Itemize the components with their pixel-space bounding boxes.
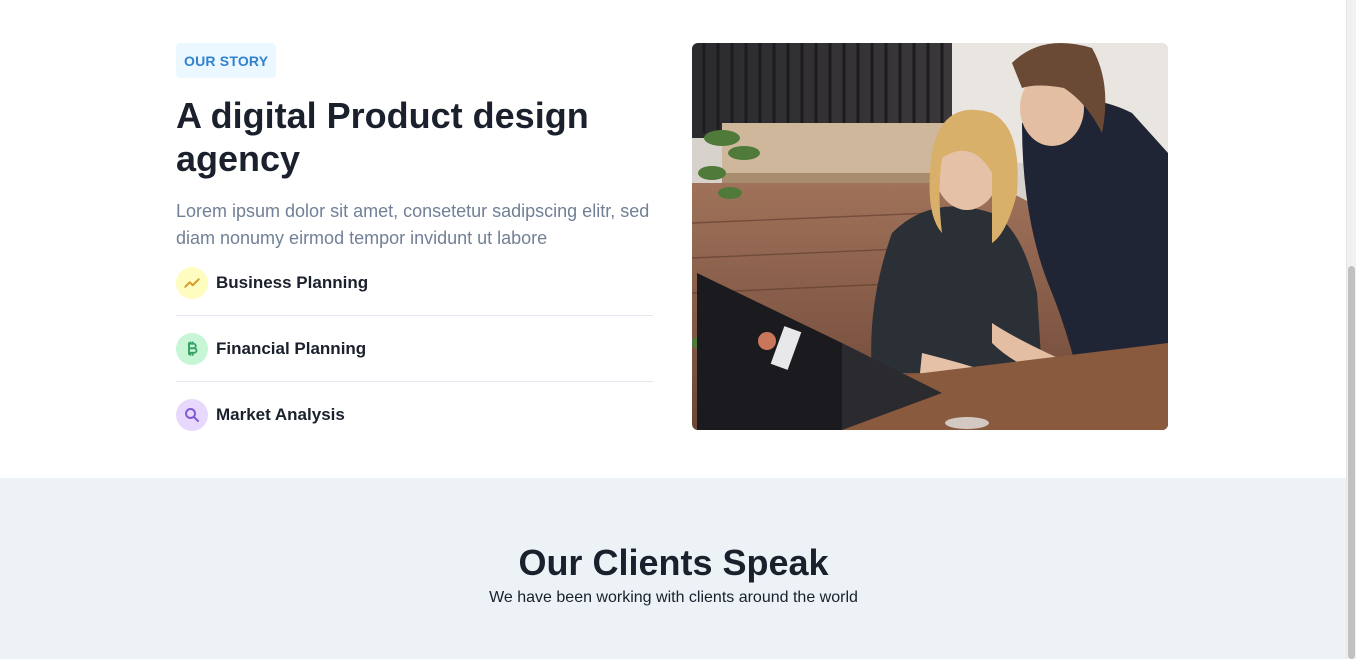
clients-title: Our Clients Speak (518, 542, 829, 583)
team-photo (692, 43, 1168, 430)
feature-market-analysis: Market Analysis (176, 398, 653, 431)
feature-business-planning: Business Planning (176, 266, 653, 299)
feature-label: Business Planning (216, 272, 369, 292)
our-story-section: OUR STORY A digital Product design agenc… (0, 0, 1347, 478)
bitcoin-icon (176, 332, 208, 365)
feature-list: Business Planning Financial Planning Mar… (176, 266, 653, 431)
scrollbar-thumb[interactable] (1348, 266, 1355, 659)
clients-section: Our Clients Speak We have been working w… (0, 478, 1347, 659)
trending-up-icon (176, 266, 208, 299)
page-scrollbar[interactable] (1346, 0, 1356, 659)
story-title: A digital Product design agency (176, 95, 589, 179)
feature-label: Market Analysis (216, 404, 345, 424)
story-content: OUR STORY A digital Product design agenc… (176, 43, 653, 431)
story-description: Lorem ipsum dolor sit amet, consetetur s… (176, 201, 650, 248)
story-tag: OUR STORY (176, 43, 277, 78)
divider (176, 381, 653, 382)
clients-subtitle: We have been working with clients around… (489, 589, 858, 606)
feature-label: Financial Planning (216, 338, 367, 358)
feature-financial-planning: Financial Planning (176, 332, 653, 365)
search-icon (176, 398, 208, 431)
divider (176, 315, 653, 316)
